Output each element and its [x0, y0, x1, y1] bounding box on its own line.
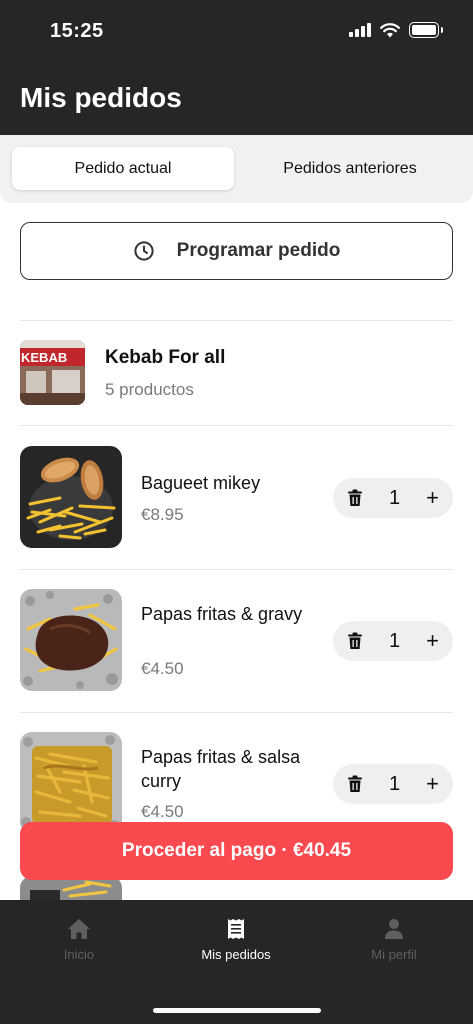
item-photo	[20, 732, 122, 834]
restaurant-sign-text: KEBAB	[21, 350, 67, 365]
receipt-icon	[228, 919, 244, 939]
item-name: Papas fritas & salsa curry	[141, 747, 301, 791]
delete-item-button[interactable]	[347, 489, 363, 507]
tab-my-orders-label: Mis pedidos	[201, 947, 271, 962]
item-quantity: 1	[389, 629, 401, 652]
schedule-order-button[interactable]: Programar pedido	[20, 222, 453, 280]
restaurant-name: Kebab For all	[105, 347, 226, 368]
item-photo	[20, 446, 122, 548]
item-name: Bagueet mikey	[141, 473, 261, 493]
app-header: Mis pedidos	[0, 64, 473, 135]
item-price: €4.50	[141, 802, 184, 821]
restaurant-summary: KEBAB Kebab For all 5 productos	[20, 339, 453, 407]
tab-home-label: Inicio	[63, 947, 95, 962]
order-item: Papas fritas & gravy €4.50 1 +	[20, 589, 453, 691]
quantity-stepper: 1 +	[333, 621, 453, 661]
divider	[20, 320, 453, 321]
tab-previous-orders[interactable]: Pedidos anteriores	[240, 147, 460, 190]
restaurant-photo: KEBAB	[20, 340, 85, 405]
restaurant-product-count: 5 productos	[105, 380, 194, 399]
tab-my-orders[interactable]: Mis pedidos	[176, 918, 296, 962]
tab-current-order[interactable]: Pedido actual	[12, 147, 234, 190]
order-item: Papas fritas & salsa curry €4.50 1 +	[20, 732, 453, 834]
clock-icon	[134, 241, 154, 261]
order-item: Bagueet mikey €8.95 1 +	[20, 446, 453, 548]
order-segment-control: Pedido actual Pedidos anteriores	[0, 135, 473, 203]
home-icon	[68, 919, 90, 939]
quantity-stepper: 1 +	[333, 764, 453, 804]
increment-button[interactable]: +	[426, 487, 439, 509]
trash-icon	[348, 489, 362, 506]
item-photo	[20, 589, 122, 691]
home-indicator	[153, 1008, 321, 1013]
divider	[20, 712, 453, 713]
tab-profile[interactable]: Mi perfil	[334, 918, 454, 962]
item-quantity: 1	[389, 772, 401, 795]
delete-item-button[interactable]	[347, 775, 363, 793]
user-icon	[385, 919, 403, 939]
increment-button[interactable]: +	[426, 630, 439, 652]
page-title: Mis pedidos	[20, 82, 182, 113]
quantity-stepper: 1 +	[333, 478, 453, 518]
signal-icon	[349, 23, 371, 37]
divider	[20, 425, 453, 426]
item-price: €8.95	[141, 505, 184, 524]
wifi-icon	[380, 22, 400, 37]
tab-home[interactable]: Inicio	[19, 918, 139, 962]
item-name: Papas fritas & gravy	[141, 604, 303, 624]
increment-button[interactable]: +	[426, 773, 439, 795]
battery-icon	[409, 22, 443, 38]
trash-icon	[348, 775, 362, 792]
item-price: €4.50	[141, 659, 184, 678]
bottom-tab-bar: Inicio Mis pedidos Mi perfil	[0, 900, 473, 1024]
checkout-button[interactable]: Proceder al pago · €40.45	[20, 822, 453, 880]
trash-icon	[348, 632, 362, 649]
tab-profile-label: Mi perfil	[371, 947, 417, 962]
item-quantity: 1	[389, 486, 401, 509]
status-time: 15:25	[50, 20, 104, 42]
status-bar: 15:25	[0, 0, 473, 64]
status-icons	[349, 22, 443, 38]
divider	[20, 569, 453, 570]
delete-item-button[interactable]	[347, 632, 363, 650]
schedule-order-label: Programar pedido	[176, 240, 341, 261]
